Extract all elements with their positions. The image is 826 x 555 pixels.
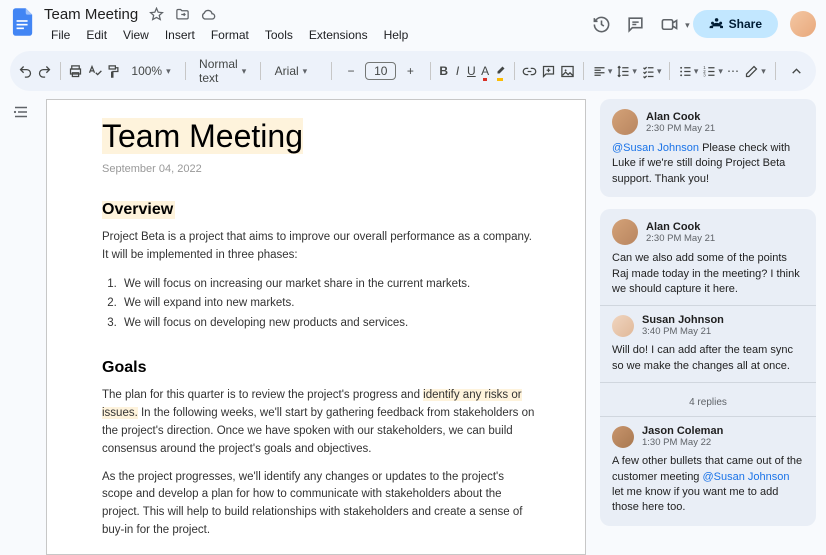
add-comment-button[interactable] (541, 59, 556, 83)
comment-time: 2:30 PM May 21 (646, 123, 715, 134)
more-button[interactable]: ⋯ (727, 59, 739, 83)
menu-view[interactable]: View (116, 25, 156, 45)
redo-button[interactable] (37, 59, 52, 83)
zoom-select[interactable]: 100%▾ (125, 62, 176, 80)
menu-bar: File Edit View Insert Format Tools Exten… (44, 25, 583, 45)
comment-card[interactable]: Alan Cook 2:30 PM May 21 Can we also add… (600, 209, 816, 526)
comment-author: Alan Cook (646, 221, 715, 233)
decrease-font-button[interactable]: − (339, 59, 363, 83)
bullet-list-button[interactable]: ▾ (678, 59, 699, 83)
heading-overview: Overview (102, 201, 175, 219)
heading-goals: Goals (102, 359, 146, 377)
comment-time: 2:30 PM May 21 (646, 233, 715, 244)
avatar (612, 426, 634, 448)
comment-body: @Susan Johnson Please check with Luke if… (612, 141, 804, 187)
increase-font-button[interactable]: + (398, 59, 422, 83)
toolbar: 100%▾ Normal text▾ Arial▾ − 10 + B I U A… (10, 51, 816, 91)
collapse-toolbar-button[interactable] (784, 59, 808, 83)
account-avatar[interactable] (790, 11, 816, 37)
overview-paragraph: Project Beta is a project that aims to i… (102, 229, 535, 265)
comment-card[interactable]: Alan Cook 2:30 PM May 21 @Susan Johnson … (600, 99, 816, 197)
goals-paragraph-2: As the project progresses, we'll identif… (102, 469, 535, 540)
highlight-button[interactable] (494, 59, 506, 83)
align-button[interactable]: ▾ (592, 59, 613, 83)
print-button[interactable] (68, 59, 83, 83)
font-select[interactable]: Arial▾ (269, 62, 323, 80)
line-spacing-button[interactable]: ▾ (616, 59, 637, 83)
docs-logo[interactable] (10, 6, 36, 38)
comment-body: Can we also add some of the points Raj m… (612, 251, 804, 297)
reply-time: 3:40 PM May 21 (642, 326, 724, 337)
cloud-status-icon[interactable] (200, 7, 216, 23)
avatar (612, 315, 634, 337)
font-size-input[interactable]: 10 (365, 62, 396, 80)
replies-expand[interactable]: 4 replies (612, 391, 804, 408)
list-item: We will focus on developing new products… (120, 314, 535, 334)
document-page[interactable]: Team Meeting September 04, 2022 Overview… (46, 99, 586, 555)
reply-author: Jason Coleman (642, 425, 723, 437)
list-item: We will expand into new markets. (120, 294, 535, 314)
menu-format[interactable]: Format (204, 25, 256, 45)
editing-mode-button[interactable]: ▾ (743, 59, 767, 83)
link-button[interactable] (522, 59, 537, 83)
text-color-button[interactable]: A (480, 59, 490, 83)
reply-author: Susan Johnson (642, 314, 724, 326)
comments-panel: Alan Cook 2:30 PM May 21 @Susan Johnson … (600, 99, 816, 555)
mention: @Susan Johnson (612, 142, 699, 154)
menu-help[interactable]: Help (377, 25, 416, 45)
underline-button[interactable]: U (466, 59, 476, 83)
mention: @Susan Johnson (702, 471, 789, 483)
meet-icon[interactable]: ▾ (659, 13, 681, 35)
menu-insert[interactable]: Insert (158, 25, 202, 45)
undo-button[interactable] (18, 59, 33, 83)
reply-body: A few other bullets that came out of the… (612, 454, 804, 516)
menu-tools[interactable]: Tools (258, 25, 300, 45)
avatar (612, 109, 638, 135)
goals-paragraph-1: The plan for this quarter is to review t… (102, 387, 535, 458)
reply-time: 1:30 PM May 22 (642, 437, 723, 448)
checklist-button[interactable]: ▾ (641, 59, 662, 83)
doc-title[interactable]: Team Meeting (44, 6, 138, 23)
list-item: We will focus on increasing our market s… (120, 275, 535, 295)
reply-body: Will do! I can add after the team sync s… (612, 343, 804, 374)
move-icon[interactable] (174, 7, 190, 23)
avatar (612, 219, 638, 245)
styles-select[interactable]: Normal text▾ (193, 55, 252, 87)
phases-list: We will focus on increasing our market s… (120, 275, 535, 334)
page-date: September 04, 2022 (102, 163, 535, 175)
italic-button[interactable]: I (453, 59, 463, 83)
spellcheck-button[interactable] (87, 59, 102, 83)
comment-author: Alan Cook (646, 111, 715, 123)
menu-edit[interactable]: Edit (79, 25, 114, 45)
star-icon[interactable] (148, 7, 164, 23)
page-title: Team Meeting (102, 118, 303, 154)
history-icon[interactable] (591, 13, 613, 35)
bold-button[interactable]: B (439, 59, 449, 83)
outline-toggle-icon[interactable] (10, 101, 32, 123)
insert-image-button[interactable] (560, 59, 575, 83)
menu-file[interactable]: File (44, 25, 77, 45)
menu-extensions[interactable]: Extensions (302, 25, 375, 45)
paint-format-button[interactable] (106, 59, 121, 83)
share-label: Share (729, 17, 762, 31)
svg-text:3: 3 (704, 72, 707, 77)
comments-icon[interactable] (625, 13, 647, 35)
numbered-list-button[interactable]: 123▾ (702, 59, 723, 83)
share-button[interactable]: Share (693, 10, 778, 38)
